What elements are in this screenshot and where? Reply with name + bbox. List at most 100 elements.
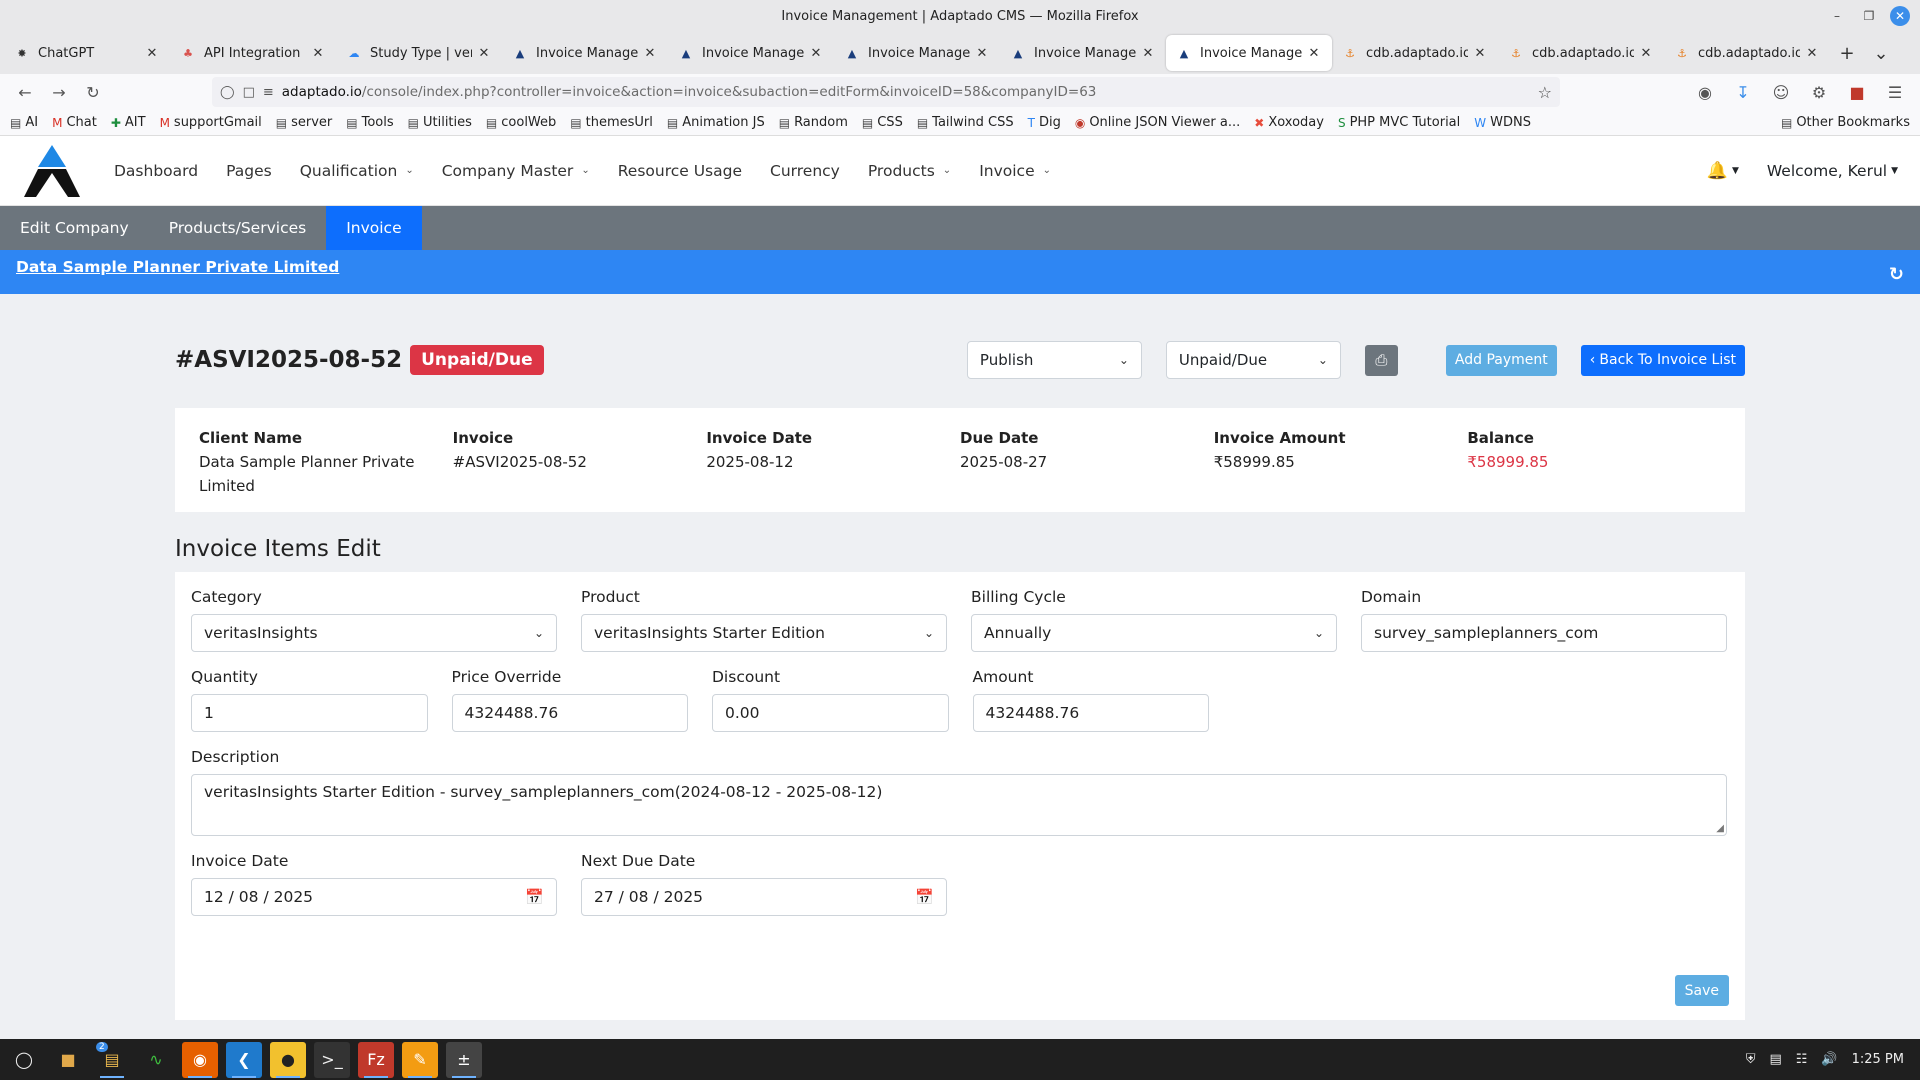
discount-input[interactable]: 0.00: [712, 694, 949, 732]
invoice-date-input[interactable]: 12 / 08 / 2025 📅: [191, 878, 557, 916]
refresh-icon[interactable]: ↻: [1889, 264, 1904, 285]
sublime-icon[interactable]: ✎: [402, 1041, 438, 1078]
list-tabs-icon[interactable]: ⌄: [1864, 35, 1898, 71]
close-tab-icon[interactable]: ✕: [808, 46, 824, 61]
bookmark-item[interactable]: ▤ Tools: [346, 115, 393, 130]
bookmark-item[interactable]: ▤ Animation JS: [667, 115, 765, 130]
close-tab-icon[interactable]: ✕: [476, 46, 492, 61]
close-tab-icon[interactable]: ✕: [1140, 46, 1156, 61]
vscode-icon[interactable]: ❮: [226, 1041, 262, 1078]
other-bookmarks[interactable]: ▤ Other Bookmarks: [1781, 115, 1910, 130]
close-tab-icon[interactable]: ✕: [310, 46, 326, 61]
browser-tab[interactable]: ⚓ cdb.adaptado.io / ’ ✕: [1664, 35, 1830, 71]
browser-tab[interactable]: ☁ Study Type | verita ✕: [336, 35, 502, 71]
browser-tab[interactable]: ▲ Invoice Manageme ✕: [668, 35, 834, 71]
calendar-icon[interactable]: 📅: [525, 888, 544, 906]
nav-item-currency[interactable]: Currency: [770, 162, 840, 180]
nav-item-invoice[interactable]: Invoice ⌄: [979, 162, 1051, 180]
terminal-icon[interactable]: >_: [314, 1041, 350, 1078]
url-bar[interactable]: ◯ □ ≡ adaptado.io/console/index.php?cont…: [212, 77, 1560, 107]
adaptado-logo[interactable]: [22, 143, 82, 199]
mint-menu-icon[interactable]: ◯: [6, 1042, 42, 1078]
minimize-icon[interactable]: –: [1826, 6, 1848, 26]
description-textarea[interactable]: veritasInsights Starter Edition - survey…: [191, 774, 1727, 836]
permissions-icon[interactable]: ≡: [263, 85, 274, 100]
close-tab-icon[interactable]: ✕: [1638, 46, 1654, 61]
resize-grip-icon[interactable]: ◢: [1716, 823, 1724, 834]
browser-tab[interactable]: ▲ Invoice Manageme ✕: [1166, 35, 1332, 71]
bookmark-item[interactable]: ▤ Utilities: [408, 115, 472, 130]
notifications-button[interactable]: 🔔 ▼: [1707, 161, 1739, 181]
bookmark-item[interactable]: T Dig: [1028, 115, 1061, 130]
bookmark-item[interactable]: ▤ coolWeb: [486, 115, 556, 130]
next-due-date-input[interactable]: 27 / 08 / 2025 📅: [581, 878, 947, 916]
nav-item-resource-usage[interactable]: Resource Usage: [618, 162, 742, 180]
bookmark-item[interactable]: M Chat: [52, 115, 97, 130]
extension-icon[interactable]: ■: [1842, 77, 1872, 107]
network-tray-icon[interactable]: ☷: [1796, 1052, 1808, 1067]
status-select[interactable]: Unpaid/Due ⌄: [1165, 341, 1341, 379]
add-payment-button[interactable]: Add Payment: [1445, 344, 1557, 376]
folder-icon[interactable]: ▤ 2: [94, 1041, 130, 1078]
system-monitor-icon[interactable]: ∿: [138, 1042, 174, 1078]
browser-tab[interactable]: ⚓ cdb.adaptado.io / ’ ✕: [1332, 35, 1498, 71]
category-select[interactable]: veritasInsights ⌄: [191, 614, 557, 652]
nav-item-dashboard[interactable]: Dashboard: [114, 162, 198, 180]
browser-tab[interactable]: ✸ ChatGPT ✕: [4, 35, 170, 71]
lock-icon[interactable]: □: [243, 85, 255, 100]
publish-select[interactable]: Publish ⌄: [966, 341, 1142, 379]
downloads-icon[interactable]: ↧: [1728, 77, 1758, 107]
bookmark-item[interactable]: ▤ CSS: [862, 115, 903, 130]
bookmark-item[interactable]: ▤ themesUrl: [570, 115, 653, 130]
screenshot-icon[interactable]: ◉: [1690, 77, 1720, 107]
extensions-icon[interactable]: ⚙: [1804, 77, 1834, 107]
nav-item-products[interactable]: Products ⌄: [868, 162, 951, 180]
bookmark-item[interactable]: ✖ Xoxoday: [1254, 115, 1324, 130]
firefox-icon[interactable]: ◉: [182, 1041, 218, 1078]
shield-tray-icon[interactable]: ⛨: [1746, 1052, 1756, 1067]
nav-item-qualification[interactable]: Qualification ⌄: [300, 162, 414, 180]
quantity-input[interactable]: 1: [191, 694, 428, 732]
browser-tab[interactable]: ♣ API Integration | ve ✕: [170, 35, 336, 71]
close-tab-icon[interactable]: ✕: [974, 46, 990, 61]
reload-icon[interactable]: ↻: [78, 77, 108, 107]
print-button[interactable]: ⎙: [1364, 344, 1398, 376]
bookmark-item[interactable]: ▤ Random: [779, 115, 848, 130]
subnav-tab[interactable]: Products/Services: [149, 206, 327, 250]
nav-item-pages[interactable]: Pages: [226, 162, 272, 180]
save-button[interactable]: Save: [1674, 975, 1729, 1006]
forward-arrow-icon[interactable]: →: [44, 77, 74, 107]
price-override-input[interactable]: 4324488.76: [451, 694, 688, 732]
bookmark-item[interactable]: ◉ Online JSON Viewer a...: [1075, 115, 1240, 130]
calculator-icon[interactable]: ±: [446, 1041, 482, 1078]
bookmark-item[interactable]: W WDNS: [1474, 115, 1531, 130]
app-icon[interactable]: ●: [270, 1041, 306, 1078]
volume-tray-icon[interactable]: 🔊: [1821, 1052, 1837, 1067]
billing-cycle-select[interactable]: Annually ⌄: [971, 614, 1337, 652]
subnav-tab[interactable]: Edit Company: [0, 206, 149, 250]
close-tab-icon[interactable]: ✕: [642, 46, 658, 61]
clipboard-tray-icon[interactable]: ▤: [1769, 1052, 1781, 1067]
domain-input[interactable]: survey_sampleplanners_com: [1361, 614, 1727, 652]
new-tab-icon[interactable]: +: [1830, 35, 1864, 71]
close-tab-icon[interactable]: ✕: [1306, 46, 1322, 61]
bookmark-item[interactable]: ▤ Tailwind CSS: [917, 115, 1014, 130]
bookmark-item[interactable]: MsupportGmail: [160, 115, 262, 130]
filezilla-icon[interactable]: Fz: [358, 1041, 394, 1078]
back-to-invoice-list-button[interactable]: ‹ Back To Invoice List: [1580, 344, 1745, 376]
bookmark-item[interactable]: ▤ AI: [10, 115, 38, 130]
back-arrow-icon[interactable]: ←: [10, 77, 40, 107]
close-tab-icon[interactable]: ✕: [144, 46, 160, 61]
subnav-tab[interactable]: Invoice: [326, 206, 422, 250]
nav-item-company-master[interactable]: Company Master ⌄: [442, 162, 590, 180]
maximize-icon[interactable]: ❐: [1858, 6, 1880, 26]
company-name-link[interactable]: Data Sample Planner Private Limited: [16, 258, 339, 276]
close-tab-icon[interactable]: ✕: [1472, 46, 1488, 61]
browser-tab[interactable]: ▲ Invoice Manageme ✕: [834, 35, 1000, 71]
bookmark-item[interactable]: ✚ AIT: [111, 115, 146, 130]
shield-icon[interactable]: ◯: [220, 85, 235, 100]
bookmark-item[interactable]: ▤ server: [276, 115, 333, 130]
browser-tab[interactable]: ▲ Invoice Manageme ✕: [502, 35, 668, 71]
product-select[interactable]: veritasInsights Starter Edition ⌄: [581, 614, 947, 652]
browser-tab[interactable]: ▲ Invoice Manageme ✕: [1000, 35, 1166, 71]
